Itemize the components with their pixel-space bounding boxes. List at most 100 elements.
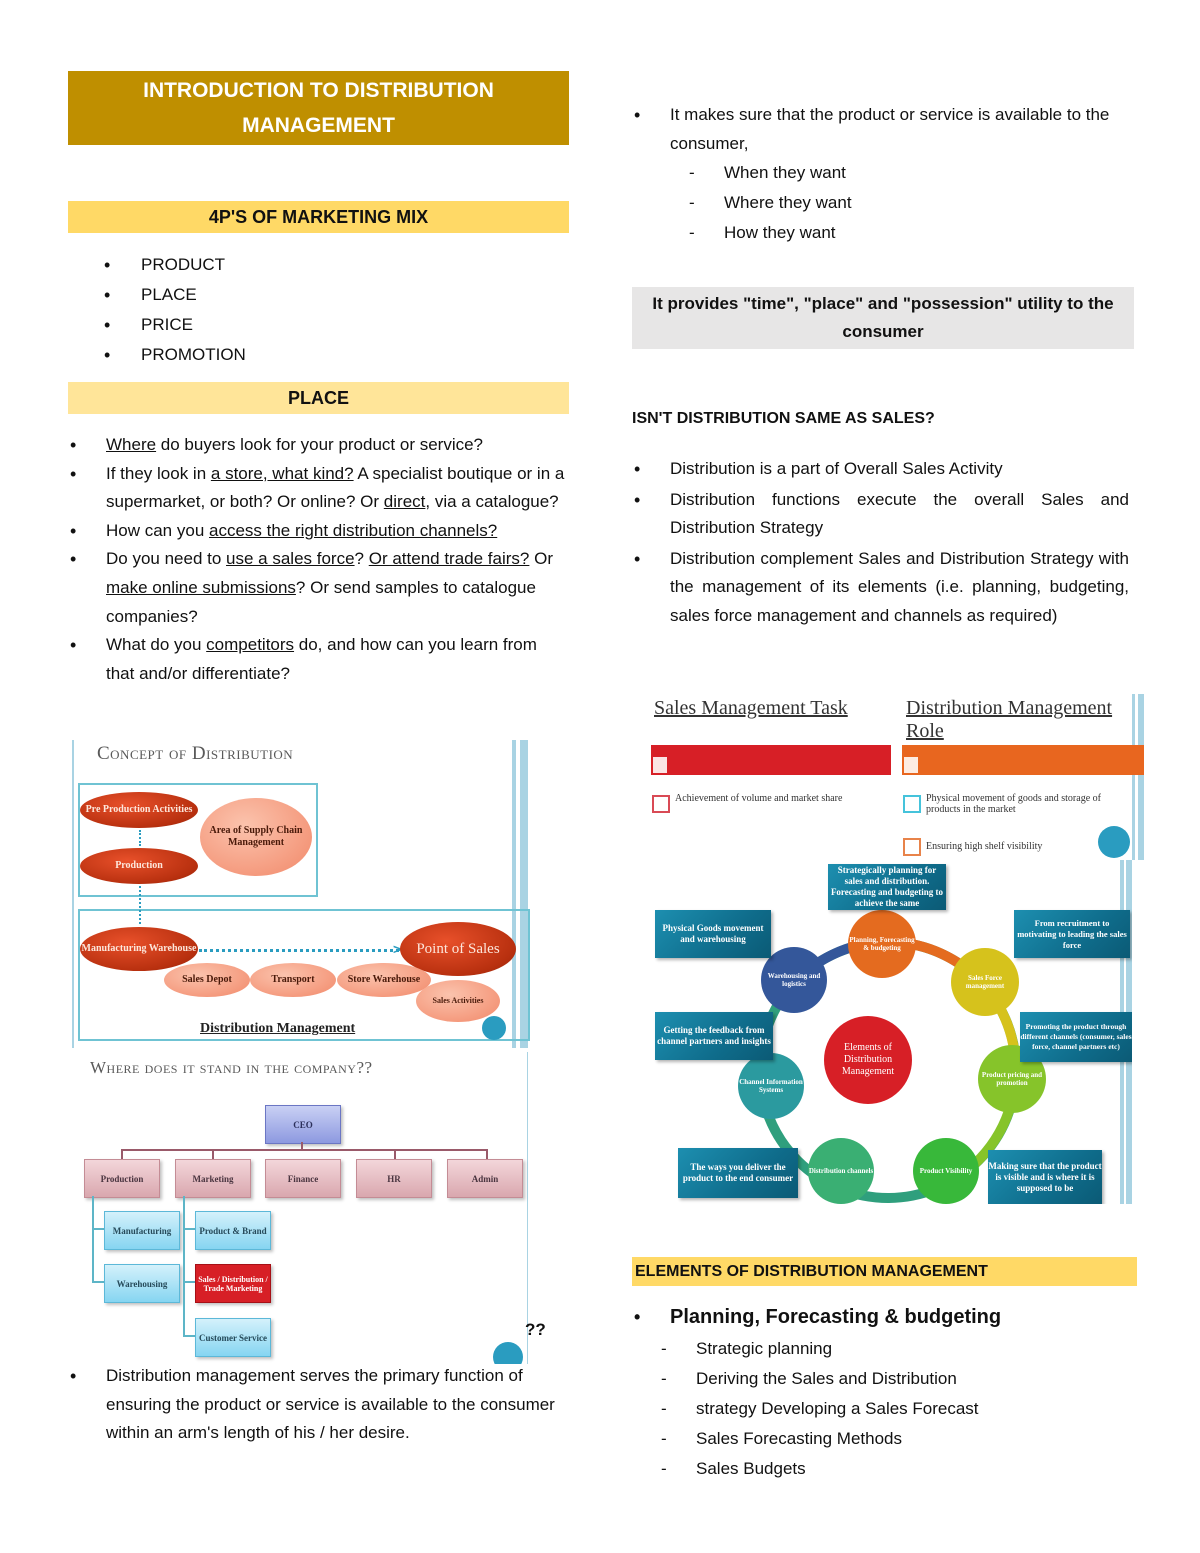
center-elements-circle: Elements of Distribution Management: [824, 1016, 912, 1104]
slide-edge: [72, 740, 74, 1048]
availability-list: It makes sure that the product or servic…: [632, 101, 1134, 158]
element-circle-visibility: Product Visibility: [913, 1138, 979, 1204]
distribution-role-item: Physical movement of goods and storage o…: [926, 793, 1101, 815]
text: do buyers look for your product or servi…: [156, 435, 484, 454]
description-box: The ways you deliver the product to the …: [678, 1148, 798, 1198]
list-item: Sales Budgets: [604, 1454, 1134, 1484]
flow-arrow: [139, 830, 141, 846]
text: If they look in: [106, 463, 211, 483]
element-circle-sales-force: Sales Force management: [951, 948, 1019, 1016]
list-item: PLACE: [68, 280, 569, 310]
list-item: Distribution management serves the prima…: [68, 1362, 569, 1448]
elements-main-list: Planning, Forecasting & budgeting: [632, 1301, 1134, 1333]
node-manufacturing-warehouse: Manufacturing Warehouse: [80, 927, 198, 971]
element-circle-planning: Planning, Forecasting & budgeting: [848, 910, 916, 978]
list-item: Planning, Forecasting & budgeting: [632, 1301, 1134, 1333]
list-item: strategy Developing a Sales Forecast: [604, 1394, 1134, 1424]
list-item: It makes sure that the product or servic…: [632, 101, 1134, 158]
list-item: Do you need to use a sales force? Or att…: [68, 545, 569, 631]
description-box: Making sure that the product is visible …: [988, 1150, 1102, 1204]
stray-question-marks: ??: [525, 1320, 546, 1339]
underlined-text: a store, what kind?: [210, 463, 354, 483]
list-item: Distribution complement Sales and Distri…: [632, 545, 1129, 631]
sales-management-title: Sales Management Task: [654, 697, 848, 720]
concept-title: Concept of Distribution: [97, 743, 294, 764]
connector: [394, 1149, 396, 1159]
elements-subitems: Strategic planning Deriving the Sales an…: [604, 1334, 1134, 1484]
sales-color-bar: [651, 745, 891, 775]
decorative-dot: [1098, 826, 1130, 858]
node-sales-depot: Sales Depot: [164, 963, 250, 997]
list-item: Where they want: [632, 188, 1134, 218]
list-item: How can you access the right distributio…: [68, 517, 569, 546]
connector: [92, 1228, 104, 1230]
flow-arrow: [199, 949, 399, 952]
node-transport: Transport: [250, 963, 336, 997]
connector: [183, 1281, 195, 1283]
org-box-ceo: CEO: [265, 1105, 341, 1144]
elements-wheel-diagram: Elements of Distribution Management Plan…: [648, 860, 1132, 1204]
org-box-marketing-child: Customer Service: [195, 1318, 271, 1357]
description-box: Promoting the product through different …: [1020, 1012, 1132, 1062]
list-item: Strategic planning: [604, 1334, 1134, 1364]
distribution-management-caption: Distribution Management: [200, 1021, 356, 1036]
org-box-sales-distribution-highlight: Sales / Distribution / Trade Marketing: [195, 1264, 271, 1303]
slide-edge: [1138, 694, 1144, 860]
list-item: PROMOTION: [68, 340, 569, 370]
connector: [183, 1335, 195, 1337]
org-box-production-child: Manufacturing: [104, 1211, 180, 1250]
node-pre-production: Pre Production Activities: [80, 792, 198, 828]
connector: [121, 1149, 488, 1151]
document-title: INTRODUCTION TO DISTRIBUTION MANAGEMENT: [68, 71, 569, 145]
utility-callout: It provides "time", "place" and "possess…: [632, 287, 1134, 349]
connector: [183, 1196, 185, 1336]
place-heading: PLACE: [68, 382, 569, 414]
org-chart-title: Where does it stand in the company??: [90, 1058, 373, 1077]
underlined-text: use a sales force: [226, 549, 355, 569]
org-box-department: Marketing: [175, 1159, 251, 1198]
sales-vs-distribution-diagram: Sales Management Task Distribution Manag…: [648, 694, 1144, 860]
org-box-department: HR: [356, 1159, 432, 1198]
org-chart-diagram: Where does it stand in the company?? CEO…: [72, 1052, 532, 1364]
list-item: What do you competitors do, and how can …: [68, 631, 569, 688]
description-box: Physical Goods movement and warehousing: [655, 910, 771, 958]
sales-question-list: Distribution is a part of Overall Sales …: [632, 455, 1129, 630]
availability-subitems: When they want Where they want How they …: [632, 158, 1134, 248]
sales-task-item: Achievement of volume and market share: [675, 793, 843, 804]
list-item: PRODUCT: [68, 250, 569, 280]
org-box-marketing-child: Product & Brand: [195, 1211, 271, 1250]
org-box-production-child: Warehousing: [104, 1264, 180, 1303]
connector: [183, 1228, 195, 1230]
summary-list: Distribution management serves the prima…: [68, 1362, 569, 1448]
slide-edge: [1132, 694, 1135, 860]
list-item: When they want: [632, 158, 1134, 188]
slide-edge: [527, 1052, 528, 1364]
text: Do you need to: [106, 549, 227, 569]
org-box-department: Production: [84, 1159, 160, 1198]
checkbox-icon: [653, 757, 667, 773]
checkbox-icon: [903, 838, 921, 856]
node-supply-chain-area: Area of Supply Chain Management: [200, 798, 312, 876]
element-circle-channel-info: Channel Information Systems: [738, 1053, 804, 1119]
decorative-dot: [482, 1016, 506, 1040]
list-item: Deriving the Sales and Distribution: [604, 1364, 1134, 1394]
distribution-role-title: Distribution Management Role: [906, 697, 1126, 743]
underlined-text: Where: [106, 435, 157, 454]
underlined-text: competitors: [206, 635, 295, 655]
description-box: From recruitment to motivating to leadin…: [1014, 910, 1130, 958]
text: ?: [354, 549, 369, 569]
node-production: Production: [80, 848, 198, 884]
marketing-mix-heading: 4P'S OF MARKETING MIX: [68, 201, 569, 233]
elements-heading: ELEMENTS OF DISTRIBUTION MANAGEMENT: [632, 1257, 1137, 1286]
underlined-text: make online submissions: [106, 577, 296, 597]
title-text: Sales Management Task: [654, 697, 848, 719]
text: What do you: [106, 635, 207, 655]
marketing-mix-list: PRODUCT PLACE PRICE PROMOTION: [68, 250, 569, 370]
distribution-color-bar: [902, 745, 1144, 775]
underlined-text: Or attend trade fairs?: [368, 549, 530, 569]
description-box: Getting the feedback from channel partne…: [655, 1012, 773, 1060]
connector: [92, 1196, 94, 1282]
list-item: Where do buyers look for your product or…: [68, 431, 569, 460]
text: How can you: [106, 520, 209, 540]
flow-arrow: [139, 886, 141, 924]
